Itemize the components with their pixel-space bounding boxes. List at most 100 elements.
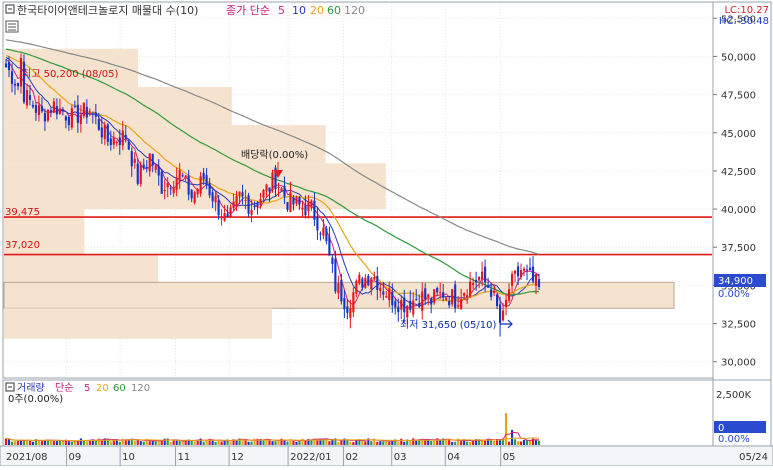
chart-title: 한국타이어앤테크놀로지 매물대 수(10) — [17, 4, 198, 17]
chart-settings-icon[interactable] — [5, 20, 19, 33]
volume-bar — [328, 441, 331, 445]
volume-bar — [235, 440, 238, 445]
ma-legend-60[interactable]: 60 — [327, 4, 341, 17]
volume-panel[interactable] — [2, 379, 714, 447]
volume-bar — [253, 438, 256, 445]
volume-bar — [292, 440, 295, 445]
volume-ma-5[interactable]: 5 — [84, 383, 90, 394]
ma-legend-label: 종가 단순 — [226, 4, 270, 17]
volume-bar — [370, 441, 373, 445]
candle-body — [25, 90, 29, 106]
volume-bar — [172, 440, 175, 445]
candle-body — [301, 207, 304, 210]
volume-ma-20[interactable]: 20 — [96, 383, 109, 394]
candle-body — [172, 187, 175, 194]
volume-bar — [430, 441, 433, 445]
current-volume: 0 — [718, 423, 724, 434]
candle-body — [58, 108, 61, 114]
price-axis-label: 37,500 — [721, 243, 756, 254]
volume-bar — [513, 439, 517, 445]
volume-ma-120[interactable]: 120 — [131, 383, 150, 394]
volume-bar — [352, 441, 355, 445]
candle-body — [537, 279, 541, 287]
volume-bar — [223, 441, 226, 445]
candle-body — [283, 185, 286, 197]
ma-legend-120[interactable]: 120 — [344, 4, 365, 17]
candle-body — [531, 266, 535, 282]
ma-legend-10[interactable]: 10 — [292, 4, 306, 17]
volume-bar — [133, 440, 136, 445]
candle-body — [109, 138, 112, 145]
candle-body — [400, 299, 403, 310]
candle-body — [358, 274, 361, 284]
candle-body — [331, 257, 334, 265]
candle-body — [268, 187, 271, 192]
volume-bar — [175, 439, 178, 445]
price-axis-label: 50,000 — [721, 52, 756, 63]
candle-body — [40, 106, 44, 112]
candle-body — [166, 183, 169, 188]
candle-body — [499, 304, 502, 323]
candle-body — [466, 295, 469, 298]
current-price: 34,900 — [718, 276, 753, 287]
candle-body — [487, 285, 490, 288]
volume-bar — [451, 441, 454, 445]
candle-body — [286, 202, 289, 210]
candle-body — [100, 127, 103, 138]
candle-body — [519, 270, 523, 278]
candle-body — [211, 192, 214, 202]
candle-body — [103, 125, 106, 140]
candle-body — [205, 175, 208, 186]
volume-bar — [262, 440, 265, 445]
volume-bar — [214, 441, 217, 445]
candle-body — [319, 233, 322, 235]
candle-body — [220, 217, 223, 219]
volume-bar — [537, 440, 541, 445]
volume-bar — [403, 441, 406, 445]
candle-body — [295, 196, 298, 204]
volume-bar — [229, 441, 232, 445]
ma-legend-5[interactable]: 5 — [278, 4, 285, 17]
volume-bar — [154, 441, 157, 445]
volume-bar — [67, 441, 70, 445]
candle-body — [451, 289, 454, 305]
volume-bar — [519, 441, 523, 445]
candle-body — [493, 290, 496, 293]
volume-bar — [277, 440, 280, 445]
candle-body — [181, 175, 184, 177]
current-volume-change: 0.00% — [718, 434, 750, 445]
candle-body — [415, 298, 418, 300]
date-axis-label: 12 — [231, 452, 244, 463]
candle-body — [256, 202, 259, 207]
candle-body — [67, 116, 70, 126]
candle-body — [76, 104, 79, 123]
candle-body — [481, 271, 484, 280]
volume-bar — [415, 440, 418, 445]
candle-body — [349, 308, 352, 318]
volume-bar — [52, 441, 55, 445]
volume-bar — [97, 438, 100, 445]
volume-bar — [472, 441, 475, 445]
candle-body — [70, 108, 73, 128]
volume-bar — [31, 441, 35, 445]
volume-bar — [388, 441, 391, 445]
volume-ma-60[interactable]: 60 — [113, 383, 126, 394]
candle-body — [388, 288, 391, 301]
candle-body — [199, 176, 202, 194]
volume-bar — [55, 441, 58, 445]
chart-canvas[interactable]: 52,50050,00047,50045,00042,50040,00037,5… — [0, 0, 773, 467]
volume-bar — [163, 438, 166, 445]
candle-body — [424, 288, 427, 300]
candle-body — [232, 201, 235, 209]
candle-body — [484, 266, 487, 283]
volume-bar — [516, 441, 520, 445]
volume-bar — [4, 438, 8, 445]
candle-body — [97, 119, 100, 130]
volume-bar — [295, 441, 298, 445]
candle-body — [382, 291, 385, 295]
ma-legend-20[interactable]: 20 — [310, 4, 324, 17]
candle-body — [337, 283, 340, 294]
candle-body — [292, 197, 295, 205]
volume-bar — [10, 441, 14, 445]
candle-body — [343, 298, 346, 310]
